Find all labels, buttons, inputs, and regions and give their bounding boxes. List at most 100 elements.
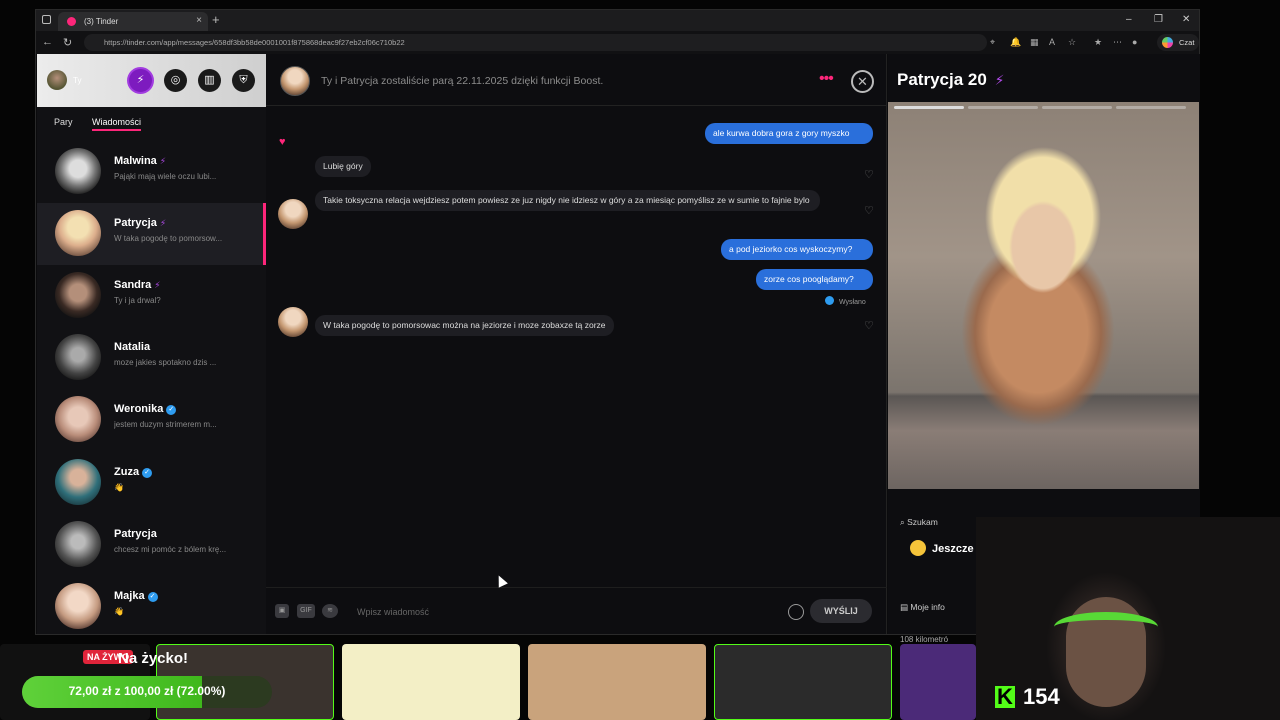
url-field[interactable]: https://tinder.com/app/messages/658df3bb… (84, 34, 987, 51)
profile-title: Patrycja 20 ⚡ (897, 70, 1004, 90)
photo-indicator (1042, 106, 1112, 109)
match-preview: 👋 (114, 607, 124, 616)
match-item-patrycja-2[interactable]: Patrycja chcesz mi pomóc z bólem krę... (37, 514, 266, 576)
avatar (55, 459, 101, 505)
favorite-icon[interactable]: ☆ (1068, 37, 1076, 48)
refresh-icon[interactable]: ↻ (63, 36, 72, 49)
tab-bar: (3) Tinder × + – ❐ ✕ (36, 10, 1199, 31)
favorites-bar-icon[interactable]: ★ (1094, 37, 1102, 48)
message-avatar (278, 307, 308, 337)
my-profile-label[interactable]: Ty (73, 76, 81, 85)
chat-avatar[interactable] (280, 66, 310, 96)
heart-icon[interactable]: ♡ (864, 204, 874, 217)
url-text: https://tinder.com/app/messages/658df3bb… (104, 38, 405, 47)
spotify-icon[interactable]: ≋ (322, 604, 338, 618)
match-preview: W taka pogodę to pomorsow... (114, 234, 223, 243)
photo-indicator (968, 106, 1038, 109)
match-item-malwina[interactable]: Malwina ⚡ Pająki mają wiele oczu lubi... (37, 141, 266, 203)
message-composer: ▣ GIF ≋ Wpisz wiadomość WYŚLIJ (266, 587, 887, 634)
gif-button[interactable]: GIF (297, 604, 315, 618)
back-icon[interactable]: ← (42, 36, 53, 48)
tile-purple[interactable] (900, 644, 976, 720)
chat-panel: Ty i Patrycja zostaliście parą 22.11.202… (266, 54, 887, 634)
sticker-icon[interactable]: ▣ (275, 604, 289, 618)
match-preview: jestem duzym strimerem m... (114, 420, 217, 429)
profile-photo[interactable] (888, 102, 1199, 489)
verified-icon: ✓ (142, 468, 153, 478)
photo-indicator-active (894, 106, 964, 109)
match-name: Weronika ✓ (114, 403, 177, 415)
browser-tab[interactable]: (3) Tinder × (58, 12, 208, 31)
match-preview: Pająki mają wiele oczu lubi... (114, 172, 217, 181)
more-icon[interactable]: ⋯ (1113, 37, 1122, 48)
message-input[interactable]: Wpisz wiadomość (357, 607, 429, 617)
message-avatar (278, 199, 308, 229)
explore-icon[interactable]: ◎ (164, 69, 187, 92)
tile-character[interactable] (528, 644, 706, 720)
minimize-icon[interactable]: – (1126, 14, 1132, 25)
send-button[interactable]: WYŚLIJ (810, 599, 872, 623)
copilot-icon (1162, 37, 1173, 48)
match-preview: Ty i ja drwal? (114, 296, 161, 305)
looking-for-label: ⌕ Szukam (900, 517, 938, 527)
more-options-icon[interactable]: ••• (819, 70, 834, 88)
tile-vault[interactable] (714, 644, 892, 720)
viewer-count: K 154 (995, 684, 1060, 710)
boost-badge-icon: ⚡ (994, 72, 1005, 88)
avatar (55, 396, 101, 442)
boost-badge-icon: ⚡ (154, 280, 161, 290)
match-item-majka[interactable]: Majka ✓ 👋 (37, 576, 266, 638)
sent-icon (825, 296, 834, 305)
message-bubble-in: Takie toksyczna relacja wejdziesz potem … (315, 190, 820, 211)
sent-status: Wysłano (825, 296, 866, 306)
match-item-weronika[interactable]: Weronika ✓ jestem duzym strimerem m... (37, 389, 266, 451)
verified-icon: ✓ (147, 592, 158, 602)
avatar (55, 210, 101, 256)
match-item-patrycja[interactable]: Patrycja ⚡ W taka pogodę to pomorsow... (37, 203, 266, 265)
avatar (55, 521, 101, 567)
boost-icon[interactable]: ⚡ (129, 69, 152, 92)
sidebar-tabs: Pary Wiadomości (37, 114, 266, 134)
match-item-natalia[interactable]: Natalia moze jakies spotakno dzis ... (37, 327, 266, 389)
close-window-icon[interactable]: ✕ (1182, 14, 1190, 25)
my-info-label: ▤ Moje info (900, 602, 945, 612)
match-item-zuza[interactable]: Zuza ✓ 👋 (37, 452, 266, 514)
message-bubble-out: zorze cos pooglądamy? (756, 269, 873, 290)
shield-icon[interactable]: ⛨ (232, 69, 255, 92)
address-bar-row: ← ↻ https://tinder.com/app/messages/658d… (36, 31, 1199, 54)
tinder-favicon-icon (67, 17, 76, 26)
profile-icon[interactable]: ● (1132, 37, 1137, 47)
close-chat-icon[interactable]: ✕ (851, 70, 874, 93)
tile-cartoon[interactable] (342, 644, 520, 720)
like-heart-icon[interactable]: ♥ (279, 136, 286, 148)
match-name: Natalia (114, 341, 151, 353)
message-bubble-in: W taka pogodę to pomorsowac można na jez… (315, 315, 614, 336)
tab-matches[interactable]: Pary (54, 117, 73, 127)
tab-actions-icon[interactable] (42, 15, 51, 24)
profile-age: 20 (967, 70, 987, 89)
stream-title: Na życko! (118, 650, 189, 667)
tab-messages[interactable]: Wiadomości (92, 117, 142, 131)
looking-for-value: Jeszcze (910, 540, 974, 556)
copilot-button[interactable]: Czat (1157, 34, 1199, 51)
match-preview: 👋 (114, 483, 124, 492)
match-name: Patrycja ⚡ (114, 217, 167, 229)
heart-icon[interactable]: ♡ (864, 319, 874, 332)
match-item-sandra[interactable]: Sandra ⚡ Ty i ja drwal? (37, 265, 266, 327)
location-icon[interactable]: ⌖ (990, 37, 995, 48)
close-tab-icon[interactable]: × (196, 15, 202, 26)
new-tab-icon[interactable]: + (212, 12, 220, 27)
message-bubble-in: Lubię góry (315, 156, 371, 177)
reader-icon[interactable]: A (1049, 37, 1055, 47)
notification-icon[interactable]: 🔔 (1010, 37, 1021, 48)
emoji-icon[interactable] (788, 604, 804, 620)
match-preview: chcesz mi pomóc z bólem krę... (114, 545, 227, 554)
my-avatar[interactable] (47, 70, 67, 90)
briefcase-icon[interactable]: ▥ (198, 69, 221, 92)
match-name: Zuza ✓ (114, 466, 153, 478)
apps-icon[interactable]: ▦ (1030, 37, 1039, 48)
kick-logo-icon: K (995, 686, 1015, 708)
heart-icon[interactable]: ♡ (864, 168, 874, 181)
restore-icon[interactable]: ❐ (1154, 14, 1163, 25)
photo-indicator (1116, 106, 1186, 109)
